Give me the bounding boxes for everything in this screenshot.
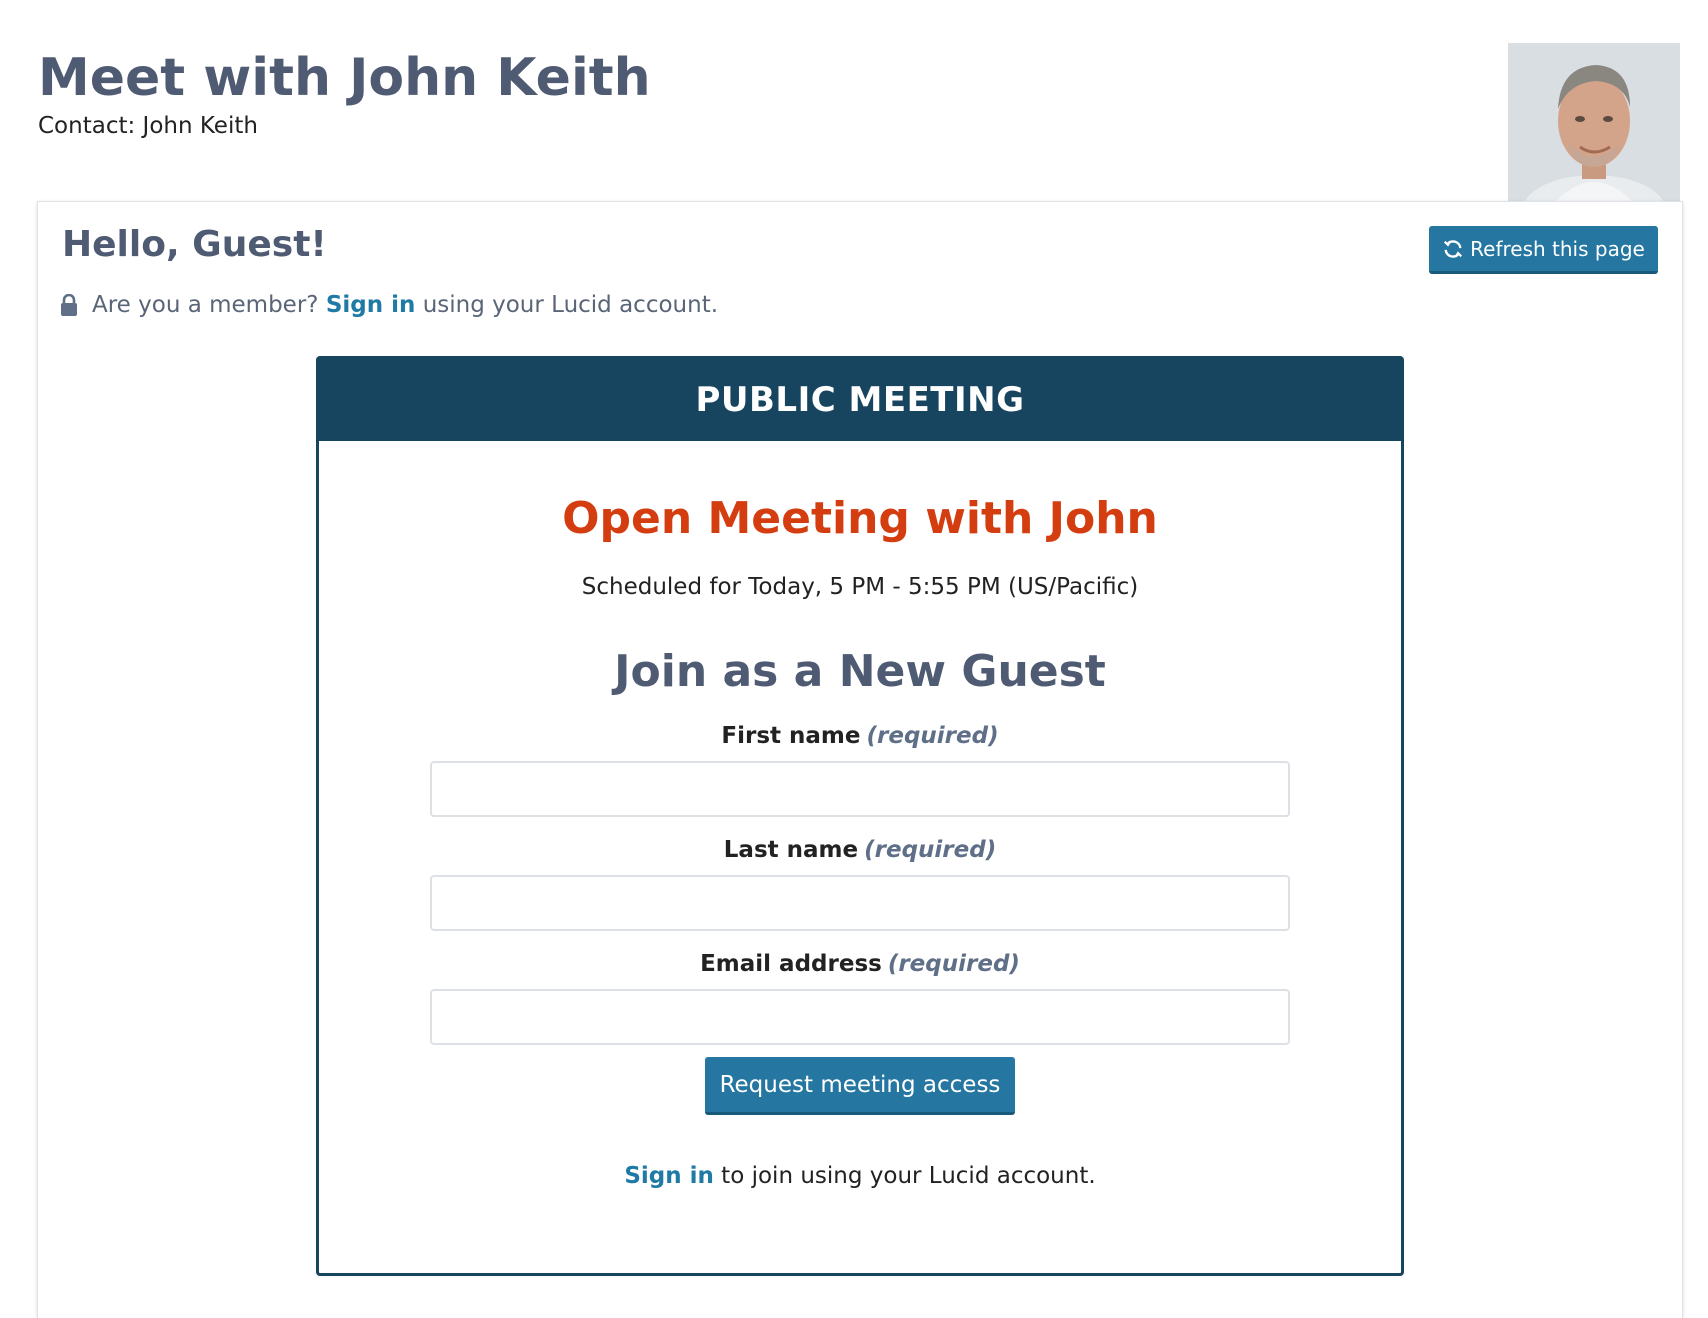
avatar-photo — [1508, 43, 1680, 201]
avatar — [1508, 43, 1680, 201]
last-name-input[interactable] — [430, 875, 1290, 931]
last-name-required-note: (required) — [864, 837, 997, 863]
refresh-page-button[interactable]: Refresh this page — [1429, 226, 1658, 274]
first-name-required-note: (required) — [866, 723, 999, 749]
sign-in-link[interactable]: Sign in — [326, 292, 416, 318]
lock-icon — [60, 294, 78, 316]
meeting-banner: PUBLIC MEETING — [319, 359, 1401, 441]
join-heading: Join as a New Guest — [614, 646, 1106, 697]
sign-in-footer: Sign in to join using your Lucid account… — [319, 1163, 1401, 1189]
last-name-label-text: Last name — [723, 837, 859, 863]
footer-sign-in-link[interactable]: Sign in — [624, 1163, 714, 1189]
page-header: Meet with John Keith Contact: John Keith — [38, 48, 651, 140]
email-group: Email address (required) — [319, 951, 1401, 1045]
email-label: Email address (required) — [319, 951, 1401, 977]
meeting-title: Open Meeting with John — [562, 493, 1158, 544]
refresh-page-label: Refresh this page — [1470, 236, 1645, 261]
page: Meet with John Keith Contact: John Keith… — [0, 0, 1708, 1318]
footer-sign-in-text: to join using your Lucid account. — [713, 1163, 1096, 1189]
email-label-text: Email address — [700, 951, 882, 977]
member-question: Are you a member? — [92, 292, 319, 318]
meeting-schedule: Scheduled for Today, 5 PM - 5:55 PM (US/… — [581, 574, 1139, 600]
refresh-icon — [1444, 239, 1463, 258]
first-name-label: First name (required) — [319, 723, 1401, 749]
contact-line: Contact: John Keith — [38, 113, 258, 140]
meeting-card: Hello, Guest! Refresh this page Are you … — [37, 201, 1683, 1318]
last-name-group: Last name (required) — [319, 837, 1401, 931]
public-meeting-panel: PUBLIC MEETING Open Meeting with John Sc… — [316, 356, 1404, 1276]
request-access-button[interactable]: Request meeting access — [705, 1057, 1015, 1115]
greeting-heading: Hello, Guest! — [62, 224, 327, 265]
page-title: Meet with John Keith — [38, 48, 651, 108]
member-prompt: Are you a member? Sign in using your Luc… — [60, 292, 718, 318]
first-name-group: First name (required) — [319, 723, 1401, 817]
email-input[interactable] — [430, 989, 1290, 1045]
first-name-input[interactable] — [430, 761, 1290, 817]
first-name-label-text: First name — [721, 723, 861, 749]
email-required-note: (required) — [887, 951, 1020, 977]
last-name-label: Last name (required) — [319, 837, 1401, 863]
member-suffix: using your Lucid account. — [422, 292, 719, 318]
